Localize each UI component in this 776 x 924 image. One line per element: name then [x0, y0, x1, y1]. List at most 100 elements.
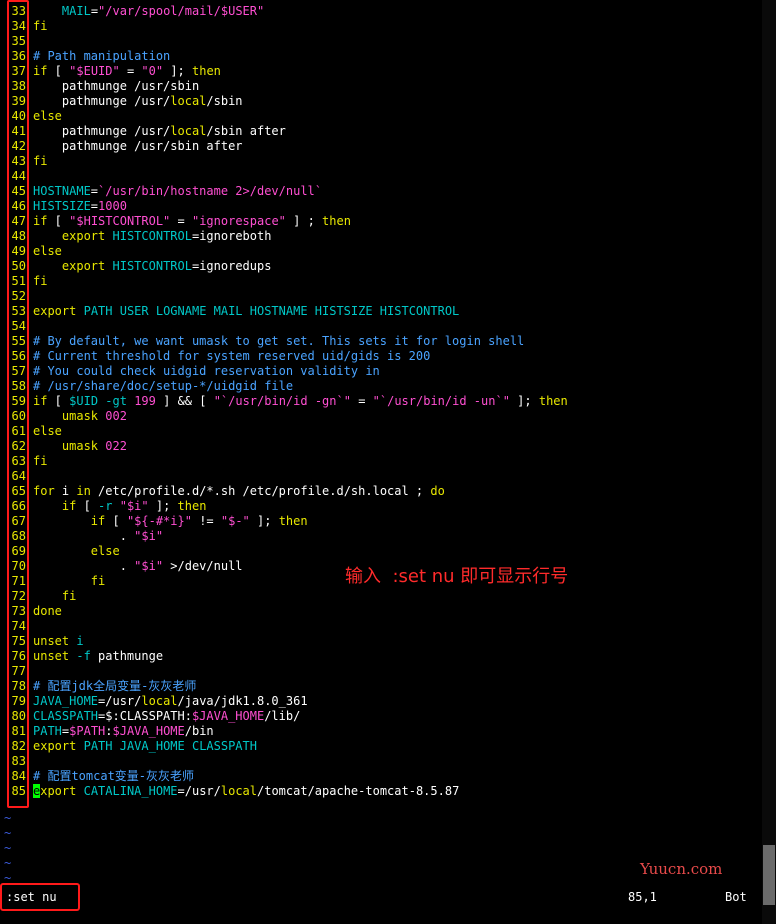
code-line[interactable]: 73 done [0, 604, 760, 619]
plain-token: /lib/ [264, 709, 301, 723]
code-text: else [33, 109, 62, 123]
code-line[interactable]: 76 unset -f pathmunge [0, 649, 760, 664]
keyword-token: then [278, 514, 308, 528]
string-token: "$HISTCONTROL" [69, 214, 171, 228]
code-line[interactable]: 57 # You could check uidgid reservation v… [0, 364, 760, 379]
comment-token: # 配置jdk全局变量-灰灰老师 [33, 679, 197, 693]
keyword-token: export [61, 229, 106, 243]
code-line[interactable]: 64 [0, 469, 760, 484]
code-line[interactable]: 75 unset i [0, 634, 760, 649]
code-line[interactable]: 54 [0, 319, 760, 334]
variable-token: HISTCONTROL [112, 259, 192, 273]
code-line[interactable]: 68 . "$i" [0, 529, 760, 544]
code-line[interactable]: 36 # Path manipulation [0, 49, 760, 64]
code-line[interactable]: 63 fi [0, 454, 760, 469]
code-line[interactable]: 82 export PATH JAVA_HOME CLASSPATH [0, 739, 760, 754]
string-token: "$i" [134, 529, 164, 543]
code-line[interactable]: 45 HOSTNAME=`/usr/bin/hostname 2>/dev/nul… [0, 184, 760, 199]
code-line[interactable]: 74 [0, 619, 760, 634]
code-text: if [ "${-#*i}" != "$-" ]; then [33, 514, 308, 528]
keyword-token: fi [33, 454, 48, 468]
code-line[interactable]: 52 [0, 289, 760, 304]
code-line[interactable]: 79 JAVA_HOME=/usr/local/java/jdk1.8.0_361 [0, 694, 760, 709]
code-line[interactable]: 62 umask 022 [0, 439, 760, 454]
code-line[interactable]: 69 else [0, 544, 760, 559]
code-text: # By default, we want umask to get set. … [33, 334, 524, 348]
keyword-token: export [61, 259, 106, 273]
code-line[interactable]: 35 [0, 34, 760, 49]
plain-token: /java/jdk1.8.0_361 [177, 694, 308, 708]
code-line[interactable]: 53 export PATH USER LOGNAME MAIL HOSTNAME… [0, 304, 760, 319]
plain-token: ] && [ [155, 394, 214, 408]
code-line[interactable]: 39 pathmunge /usr/local/sbin [0, 94, 760, 109]
code-line[interactable]: 66 if [ -r "$i" ]; then [0, 499, 760, 514]
code-line[interactable]: 43 fi [0, 154, 760, 169]
keyword-token: if [33, 394, 48, 408]
code-line[interactable]: 41 pathmunge /usr/local/sbin after [0, 124, 760, 139]
vim-editor-buffer[interactable]: 33 MAIL="/var/spool/mail/$USER" 34 fi 35 36 #… [0, 4, 760, 886]
code-line[interactable]: 51 fi [0, 274, 760, 289]
code-line[interactable]: 56 # Current threshold for system reserve… [0, 349, 760, 364]
keyword-token: if [90, 514, 106, 528]
code-line[interactable]: 58 # /usr/share/doc/setup-*/uidgid file [0, 379, 760, 394]
code-line[interactable]: 81 PATH=$PATH:$JAVA_HOME/bin [0, 724, 760, 739]
code-line[interactable]: 77 [0, 664, 760, 679]
code-text: if [ "$EUID" = "0" ]; then [33, 64, 221, 78]
code-line[interactable]: 42 pathmunge /usr/sbin after [0, 139, 760, 154]
variable-token: MAIL [61, 4, 91, 18]
scrollbar[interactable] [762, 0, 776, 924]
code-line[interactable]: 83 [0, 754, 760, 769]
code-line[interactable]: 59 if [ $UID -gt 199 ] && [ "`/usr/bin/id… [0, 394, 760, 409]
code-line[interactable]: 80 CLASSPATH=$:CLASSPATH:$JAVA_HOME/lib/ [0, 709, 760, 724]
code-line[interactable]: 46 HISTSIZE=1000 [0, 199, 760, 214]
keyword-token: fi [33, 19, 48, 33]
code-text: MAIL="/var/spool/mail/$USER" [33, 4, 264, 18]
plain-token: =ignoreboth [191, 229, 272, 243]
plain-token: = [90, 184, 99, 198]
string-token: $JAVA_HOME [191, 709, 265, 723]
code-line[interactable]: 72 fi [0, 589, 760, 604]
code-line[interactable]: 33 MAIL="/var/spool/mail/$USER" [0, 4, 760, 19]
variable-token: -r [98, 499, 113, 513]
keyword-token: else [33, 424, 62, 438]
variable-token: JAVA_HOME [33, 694, 99, 708]
code-text: pathmunge /usr/sbin after [33, 139, 243, 153]
empty-line-tilde: ~ [4, 811, 12, 825]
number-token: 199 [134, 394, 156, 408]
code-line[interactable]: 37 if [ "$EUID" = "0" ]; then [0, 64, 760, 79]
code-line[interactable]: 84 # 配置tomcat变量-灰灰老师 [0, 769, 760, 784]
code-line[interactable]: 65 for i in /etc/profile.d/*.sh /etc/prof… [0, 484, 760, 499]
code-line[interactable]: 61 else [0, 424, 760, 439]
code-line[interactable]: 48 export HISTCONTROL=ignoreboth [0, 229, 760, 244]
code-line[interactable]: 67 if [ "${-#*i}" != "$-" ]; then [0, 514, 760, 529]
plain-token: = [90, 4, 99, 18]
code-line[interactable]: 85 export CATALINA_HOME=/usr/local/tomcat… [0, 784, 760, 799]
code-line[interactable]: 60 umask 002 [0, 409, 760, 424]
keyword-token: then [538, 394, 568, 408]
code-line[interactable]: 44 [0, 169, 760, 184]
plain-token: . [33, 529, 135, 543]
code-line[interactable]: 49 else [0, 244, 760, 259]
code-line[interactable]: 78 # 配置jdk全局变量-灰灰老师 [0, 679, 760, 694]
string-token: "/var/spool/mail/$USER" [98, 4, 265, 18]
code-line[interactable]: 55 # By default, we want umask to get set… [0, 334, 760, 349]
number-token: 002 [105, 409, 127, 423]
keyword-token: then [322, 214, 351, 228]
code-line[interactable]: 40 else [0, 109, 760, 124]
command-highlight-box [0, 883, 80, 911]
code-line[interactable]: 38 pathmunge /usr/sbin [0, 79, 760, 94]
keyword-token: unset [33, 649, 70, 663]
plain-token: [ [105, 514, 127, 528]
scrollbar-thumb[interactable] [763, 845, 775, 905]
vim-command-line[interactable]: :set nu 85,1 Bot [0, 887, 760, 907]
code-line[interactable]: 47 if [ "$HISTCONTROL" = "ignorespace" ] … [0, 214, 760, 229]
string-token: "$i" [119, 499, 149, 513]
code-line[interactable]: 50 export HISTCONTROL=ignoredups [0, 259, 760, 274]
keyword-token: fi [90, 574, 106, 588]
plain-token: /bin [184, 724, 214, 738]
empty-line-tilde: ~ [4, 841, 12, 855]
code-line[interactable]: 34 fi [0, 19, 760, 34]
keyword-token: local [170, 124, 207, 138]
